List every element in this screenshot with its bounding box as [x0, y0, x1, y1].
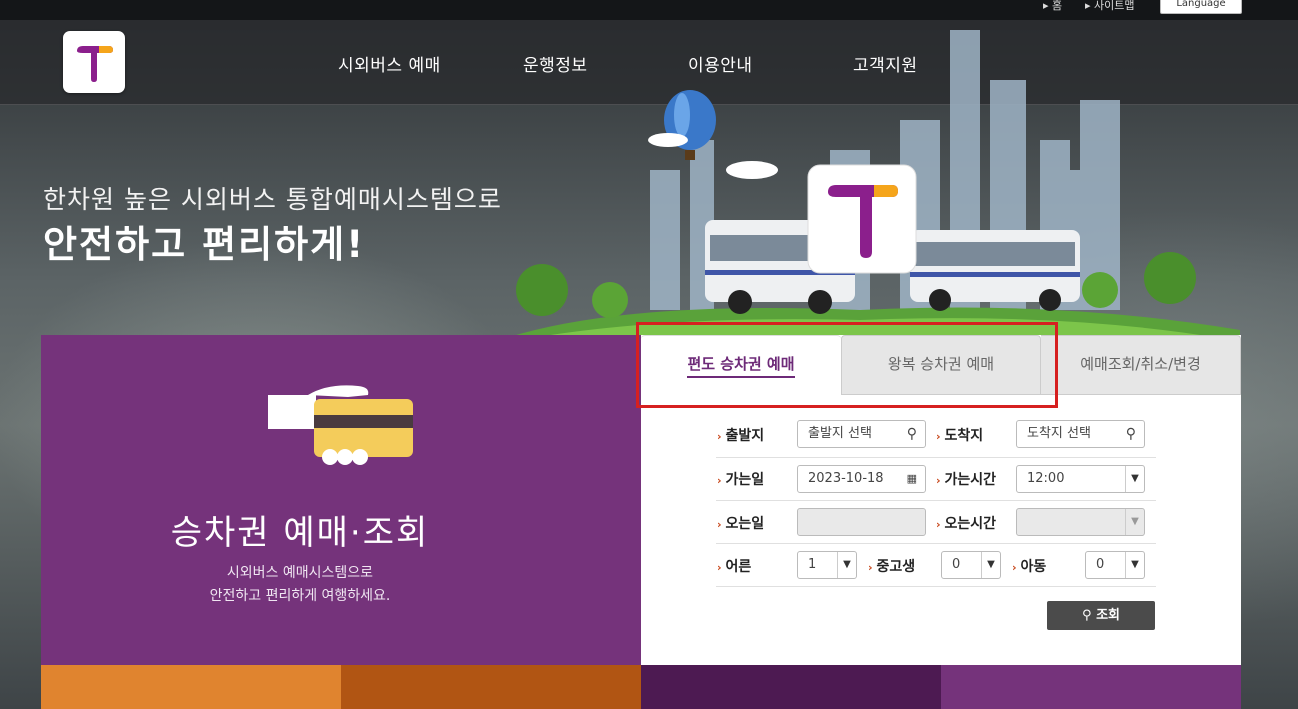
- chevron-down-icon: ▼: [1125, 552, 1144, 578]
- ticket-hand-icon: [268, 385, 413, 465]
- chevron-down-icon: ▼: [837, 552, 856, 578]
- row-divider: [716, 543, 1156, 544]
- panel-pointer: [641, 500, 653, 532]
- adult-count-select[interactable]: 1 ▼: [797, 551, 857, 579]
- departure-placeholder: 출발지 선택: [808, 426, 872, 441]
- departure-label: › 출발지: [717, 425, 764, 445]
- adult-label-text: 어른: [725, 559, 752, 575]
- nav-express-booking[interactable]: 시외버스 예매: [338, 51, 441, 76]
- search-button-label: 조회: [1096, 608, 1120, 623]
- row-divider: [716, 457, 1156, 458]
- arrow-icon: ›: [717, 474, 722, 487]
- row-divider: [716, 500, 1156, 501]
- row-divider: [716, 586, 1156, 587]
- arrow-icon: ›: [936, 430, 941, 443]
- go-date-value: 2023-10-18: [808, 471, 884, 486]
- tab-round-trip-booking[interactable]: 왕복 승차권 예매: [841, 335, 1041, 395]
- adult-count-value: 1: [808, 557, 817, 572]
- hero-title: 안전하고 편리하게!: [43, 223, 366, 266]
- language-button[interactable]: Language: [1160, 0, 1242, 14]
- return-time-select[interactable]: ▼: [1016, 508, 1145, 536]
- search-button[interactable]: ⚲ 조회: [1047, 601, 1155, 630]
- quick-menu-tile-1[interactable]: [41, 665, 341, 709]
- go-date-label-text: 가는일: [725, 472, 765, 488]
- search-icon: ⚲: [1082, 608, 1097, 623]
- panel-description-line2: 안전하고 편리하게 여행하세요.: [209, 588, 391, 604]
- search-icon: ⚲: [1125, 426, 1136, 442]
- t-logo[interactable]: [63, 31, 125, 93]
- calendar-icon[interactable]: ▦: [907, 466, 917, 492]
- t-logo-icon: [77, 46, 113, 82]
- tab-booking-lookup[interactable]: 예매조회/취소/변경: [1041, 335, 1241, 395]
- child-count-select[interactable]: 0 ▼: [1085, 551, 1145, 579]
- chevron-down-icon: ▼: [1125, 509, 1144, 535]
- return-date-label-text: 오는일: [725, 516, 765, 532]
- arrow-icon: ›: [1012, 561, 1017, 574]
- arrival-label-text: 도착지: [944, 428, 984, 444]
- youth-count-select[interactable]: 0 ▼: [941, 551, 1001, 579]
- chevron-down-icon: ▼: [1125, 466, 1144, 492]
- arrow-icon: ›: [717, 430, 722, 443]
- go-date-label: › 가는일: [717, 469, 764, 489]
- tab-one-way-booking[interactable]: 편도 승차권 예매: [641, 335, 841, 395]
- util-link-home-label: 홈: [1052, 0, 1063, 12]
- panel-description-line1: 시외버스 예매시스템으로: [226, 565, 374, 581]
- go-time-label-text: 가는시간: [944, 472, 997, 488]
- utility-bar: ▸ 홈 ▸ 사이트맵 Language: [0, 0, 1298, 20]
- chevron-down-icon: ▼: [981, 552, 1000, 578]
- util-link-sitemap[interactable]: ▸ 사이트맵: [1085, 0, 1135, 12]
- child-label: › 아동: [1012, 556, 1046, 576]
- arrow-icon: ›: [717, 518, 722, 531]
- go-time-label: › 가는시간: [936, 469, 996, 489]
- adult-label: › 어른: [717, 556, 751, 576]
- city-bus-illustration: [500, 30, 1240, 340]
- util-link-sitemap-label: 사이트맵: [1094, 0, 1135, 12]
- go-date-input[interactable]: 2023-10-18 ▦: [797, 465, 926, 493]
- arrival-select[interactable]: 도착지 선택 ⚲: [1016, 420, 1145, 448]
- return-time-label-text: 오는시간: [944, 516, 997, 532]
- arrival-label: › 도착지: [936, 425, 983, 445]
- quick-menu-tile-3[interactable]: [641, 665, 941, 709]
- youth-count-value: 0: [952, 557, 961, 572]
- arrival-placeholder: 도착지 선택: [1027, 426, 1091, 441]
- util-link-home[interactable]: ▸ 홈: [1043, 0, 1062, 12]
- return-date-input[interactable]: [797, 508, 926, 536]
- go-time-value: 12:00: [1027, 471, 1065, 486]
- arrow-icon: ›: [717, 561, 722, 574]
- tab-one-way-label: 편도 승차권 예매: [687, 355, 795, 378]
- child-label-text: 아동: [1020, 559, 1047, 575]
- departure-label-text: 출발지: [725, 428, 765, 444]
- panel-title: 승차권 예매·조회: [170, 513, 430, 553]
- youth-label: › 중고생: [868, 556, 915, 576]
- arrow-icon: ›: [936, 518, 941, 531]
- return-date-label: › 오는일: [717, 513, 764, 533]
- quick-menu-tile-2[interactable]: [341, 665, 641, 709]
- arrow-icon: ›: [936, 474, 941, 487]
- arrow-icon: ›: [868, 561, 873, 574]
- child-count-value: 0: [1096, 557, 1105, 572]
- return-time-label: › 오는시간: [936, 513, 996, 533]
- search-icon: ⚲: [906, 426, 917, 442]
- hero-subtitle: 한차원 높은 시외버스 통합예매시스템으로: [43, 185, 502, 214]
- youth-label-text: 중고생: [876, 559, 916, 575]
- departure-select[interactable]: 출발지 선택 ⚲: [797, 420, 926, 448]
- quick-menu-tile-4[interactable]: [941, 665, 1241, 709]
- go-time-select[interactable]: 12:00 ▼: [1016, 465, 1145, 493]
